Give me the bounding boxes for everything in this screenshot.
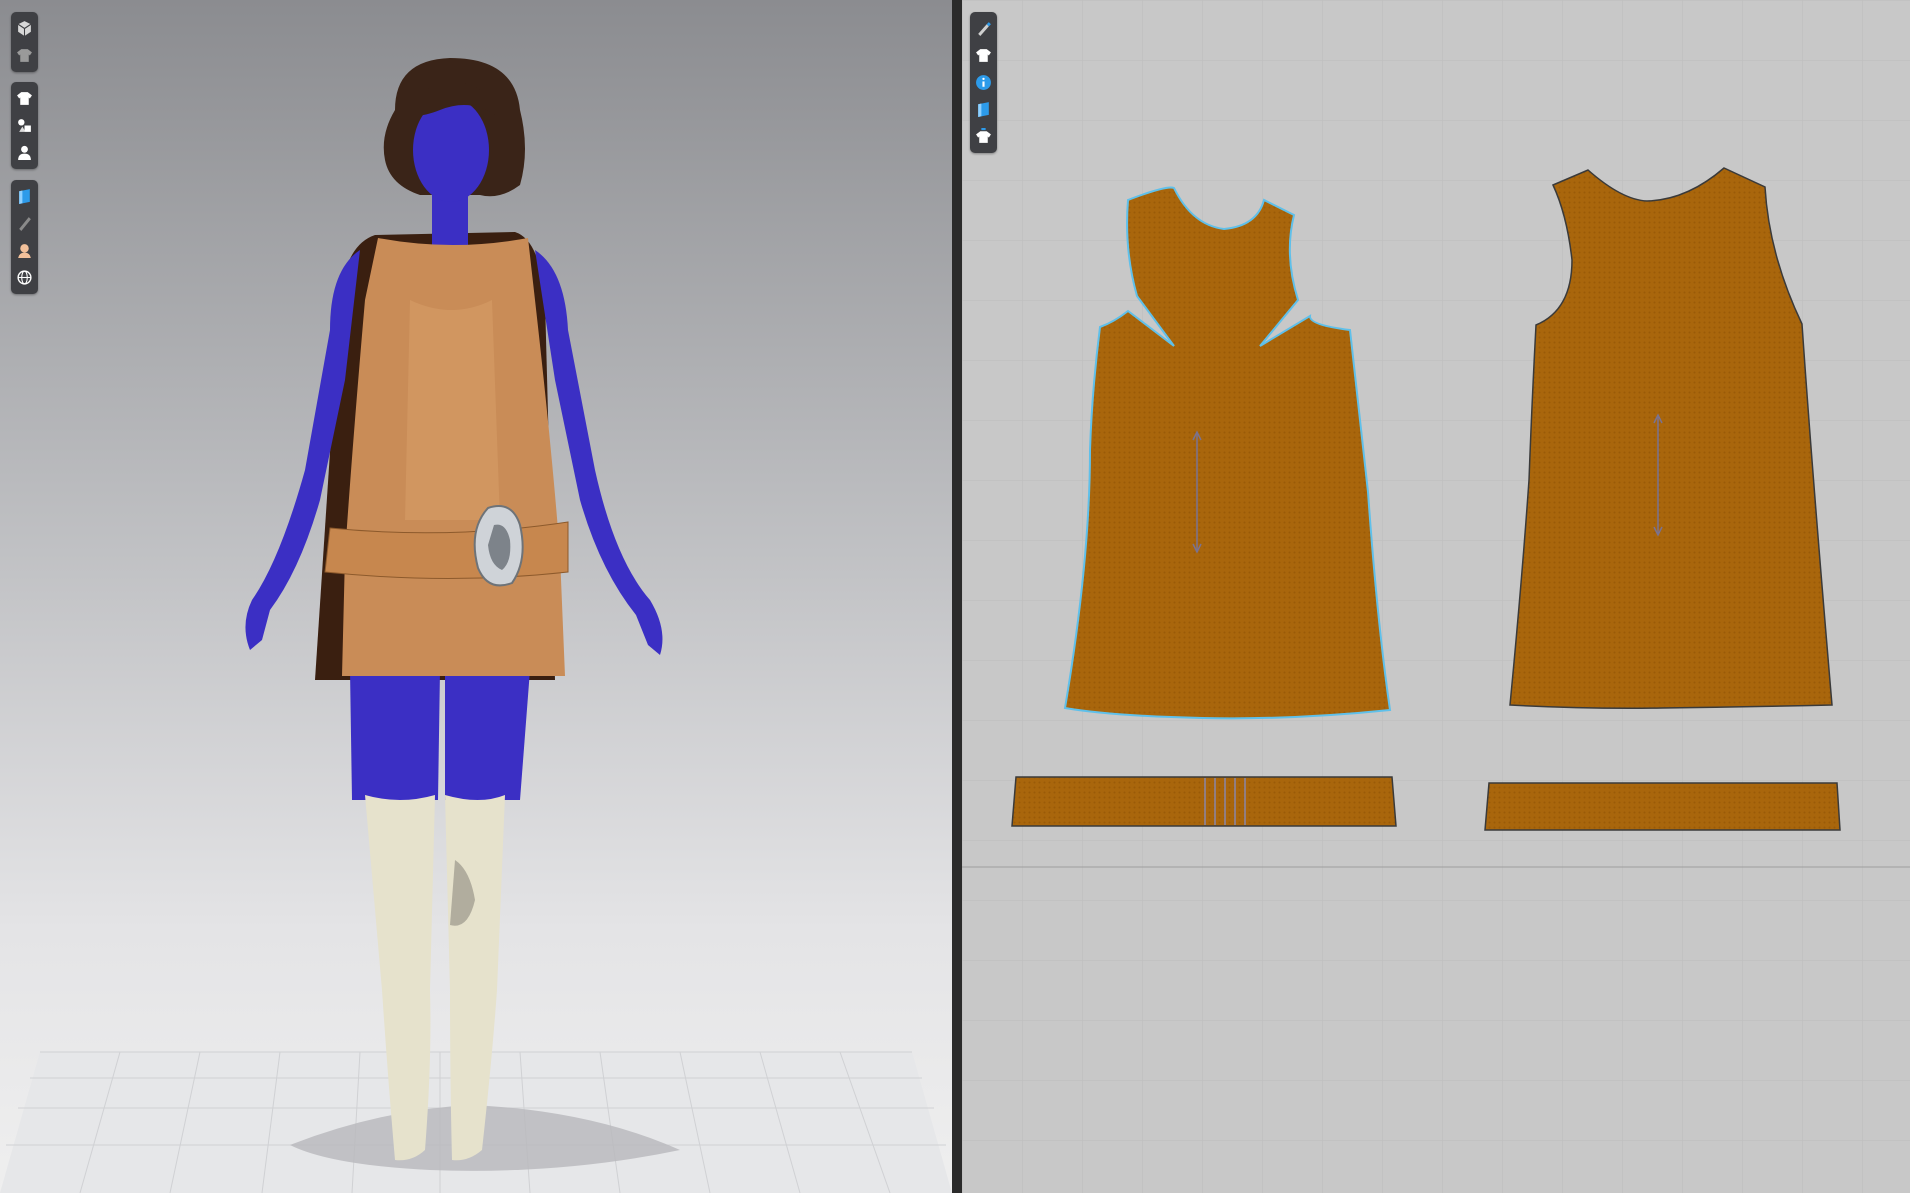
2d-pattern-viewport[interactable] [962, 0, 1910, 1193]
pattern-back-belt[interactable] [1484, 782, 1841, 831]
view3d-toolbar-group-3 [11, 180, 38, 294]
view3d-toolbar-group-1 [11, 12, 38, 72]
ruler-icon[interactable] [11, 210, 38, 237]
pattern-front-belt[interactable] [1011, 776, 1397, 827]
globe-icon[interactable] [11, 264, 38, 291]
viewport-divider[interactable] [952, 0, 962, 1193]
info-icon[interactable] [970, 69, 997, 96]
shirt-icon[interactable] [11, 85, 38, 112]
shapes-icon[interactable] [11, 112, 38, 139]
garment-hide-icon[interactable] [11, 42, 38, 69]
pattern-canvas [962, 0, 1910, 1193]
shirt-icon[interactable] [970, 42, 997, 69]
edit-pattern-icon[interactable] [970, 15, 997, 42]
texture-icon[interactable] [11, 183, 38, 210]
3d-viewport[interactable] [0, 0, 952, 1193]
arrange-icon[interactable] [970, 123, 997, 150]
legs [350, 670, 440, 800]
view2d-toolbar [970, 12, 997, 153]
avatar-icon[interactable] [11, 139, 38, 166]
skin-icon[interactable] [11, 237, 38, 264]
3d-scene [0, 58, 952, 1193]
cube-view-icon[interactable] [11, 15, 38, 42]
texture-icon[interactable] [970, 96, 997, 123]
view3d-toolbar-group-2 [11, 82, 38, 169]
